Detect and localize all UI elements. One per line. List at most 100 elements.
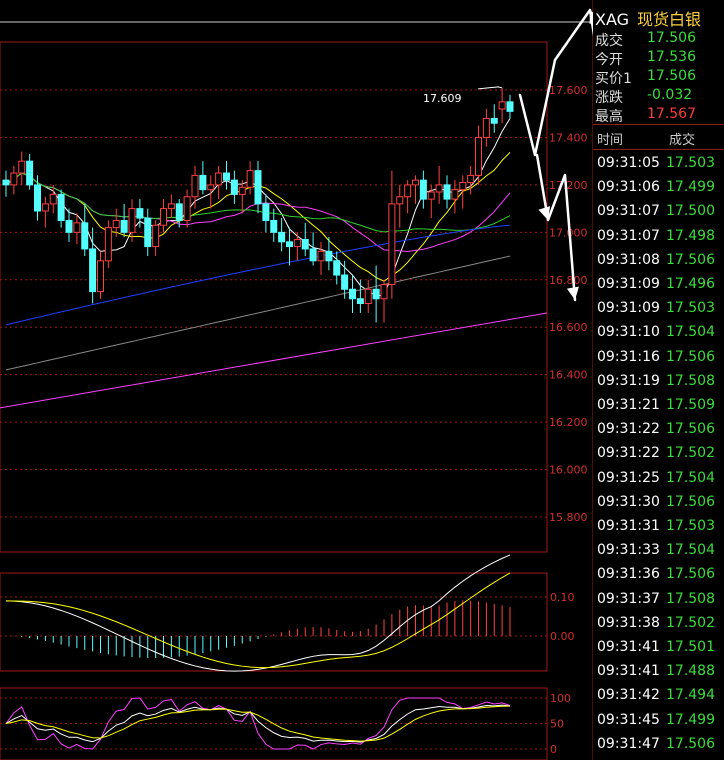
tick-row: 09:31:45 17.499 [593, 709, 724, 733]
arrow-head [566, 286, 579, 300]
tick-row: 09:31:19 17.508 [593, 370, 724, 394]
candle-body [388, 203, 396, 286]
tick-time: 09:31:41 [597, 663, 660, 680]
candle-body [183, 196, 191, 221]
quote-value: -0.032 [647, 87, 693, 103]
tick-row: 09:31:41 17.501 [593, 636, 724, 660]
tick-price: 17.506 [666, 251, 715, 268]
candle-body [254, 170, 262, 205]
tick-row: 09:31:42 17.494 [593, 684, 724, 708]
candle-body [475, 136, 482, 176]
tick-row: 09:31:10 17.504 [593, 321, 724, 345]
quote-value: 17.567 [647, 106, 696, 122]
tick-price: 17.503 [666, 155, 715, 171]
candle-body [451, 189, 459, 200]
tick-row: 09:31:25 17.504 [593, 467, 724, 491]
annotation-arrows [518, 8, 593, 302]
tick-time: 09:31:10 [597, 324, 660, 341]
high-price-label: 17.609 [423, 92, 462, 105]
tick-row: 09:31:37 17.508 [593, 588, 724, 612]
tick-price: 17.501 [666, 639, 715, 655]
tick-price: 17.496 [666, 276, 715, 292]
tick-price: 17.508 [666, 590, 715, 607]
tick-time: 09:31:09 [597, 276, 660, 292]
tick-price: 17.508 [666, 372, 715, 389]
tick-time: 09:31:22 [597, 421, 660, 438]
tick-time: 09:31:31 [597, 518, 660, 534]
candle-body [34, 184, 41, 212]
price-axis-label: 16.200 [549, 416, 588, 429]
tick-time: 09:31:30 [597, 493, 660, 510]
tick-time: 09:31:36 [597, 566, 660, 583]
candle-body [215, 172, 223, 186]
tick-price: 17.506 [666, 566, 715, 583]
macd-dif-line [5, 554, 511, 672]
tick-row: 09:31:30 17.506 [593, 491, 724, 515]
quote-value: 17.506 [647, 68, 696, 84]
price-axis-label: 17.200 [549, 179, 588, 192]
candle-body [325, 250, 333, 262]
tick-price: 17.500 [666, 203, 715, 220]
tick-time: 09:31:45 [597, 711, 660, 728]
high-label-leader [478, 86, 503, 90]
candle-body [41, 203, 49, 212]
candle-body [490, 117, 498, 124]
candle-body [97, 260, 104, 293]
tick-time: 09:31:25 [597, 469, 660, 486]
candle-body [207, 184, 215, 191]
candle-body [301, 238, 309, 250]
tick-price: 17.503 [666, 518, 715, 534]
candle-body [104, 227, 112, 262]
price-axis-label: 16.400 [549, 369, 588, 382]
candle-body [356, 298, 364, 304]
price-axis-label: 16.600 [549, 321, 588, 334]
tick-row: 09:31:16 17.506 [593, 346, 724, 370]
candle-body [10, 172, 18, 186]
candle-body [506, 101, 514, 112]
candle-body [404, 184, 412, 198]
tick-row: 09:31:33 17.504 [593, 539, 724, 563]
tick-time: 09:31:07 [597, 203, 660, 220]
tick-row: 09:31:38 17.502 [593, 612, 724, 636]
candle-body [278, 231, 286, 243]
tick-time: 09:31:08 [597, 251, 660, 268]
tick-price: 17.504 [666, 324, 715, 341]
tick-time: 09:31:22 [597, 445, 660, 462]
tick-price: 17.502 [666, 614, 715, 631]
candle-body [412, 179, 419, 186]
candle-body [199, 174, 207, 191]
candle-body [223, 172, 230, 181]
candle-body [175, 203, 183, 221]
tick-time: 09:31:19 [597, 372, 660, 389]
symbol-name: 现货白银 [637, 10, 702, 29]
tick-time: 09:31:09 [597, 300, 660, 317]
ticks-header-price: 成交 [669, 133, 696, 148]
tick-time: 09:31:41 [597, 639, 660, 655]
tick-row: 09:31:22 17.502 [593, 442, 724, 466]
tick-time: 09:31:47 [597, 735, 660, 752]
tick-price: 17.499 [666, 711, 715, 728]
ticks-header: 时间 成交 [593, 124, 724, 150]
tick-price: 17.488 [666, 663, 715, 680]
symbol-header: XAG 现货白银 [595, 6, 701, 30]
tick-price: 17.504 [666, 542, 715, 559]
macd-axis-label: 0.10 [550, 591, 575, 604]
candle-body [120, 219, 128, 233]
macd-axis-label: 0.00 [550, 630, 575, 643]
tick-time: 09:31:21 [597, 397, 660, 413]
candle-body [136, 208, 144, 219]
candle-body [419, 179, 427, 200]
tick-price: 17.503 [666, 300, 715, 317]
candle-body [396, 196, 404, 205]
candle-body [293, 238, 301, 248]
tick-time: 09:31:16 [597, 348, 660, 365]
candle-body [65, 219, 73, 233]
candle-body [286, 241, 293, 248]
chart-area[interactable]: 17.609 17.60017.40017.20017.00016.80016.… [0, 0, 593, 760]
price-axis-label: 17.400 [549, 131, 588, 144]
tick-row: 09:31:06 17.499 [593, 176, 724, 200]
candle-body [372, 288, 380, 300]
candle-body [73, 222, 81, 233]
kdj-axis-label: 100 [550, 692, 571, 705]
price-axis-label: 15.800 [549, 511, 588, 524]
